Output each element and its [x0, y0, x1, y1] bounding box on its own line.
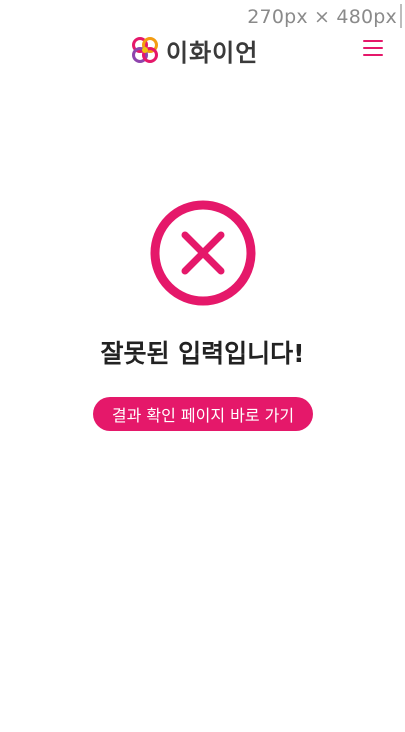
error-title: 잘못된 입력입니다! — [100, 339, 305, 368]
app-header: 이화이언 — [0, 30, 405, 70]
page: 270px × 480px 이화이언 잘못된 입력입니다! 결과 확인 페이지 … — [0, 0, 405, 732]
menu-bar — [363, 40, 383, 42]
x-circle-icon — [150, 200, 256, 306]
logo[interactable]: 이화이언 — [130, 34, 259, 67]
viewport-edge-marker — [400, 4, 402, 28]
viewport-size-label: 270px × 480px — [247, 6, 397, 28]
menu-bar — [363, 54, 383, 56]
hamburger-menu-icon[interactable] — [363, 40, 383, 58]
menu-bar — [363, 47, 383, 49]
ewhaian-logo-icon — [132, 37, 158, 63]
go-to-result-page-button[interactable]: 결과 확인 페이지 바로 가기 — [93, 397, 313, 431]
logo-text: 이화이언 — [166, 38, 259, 67]
